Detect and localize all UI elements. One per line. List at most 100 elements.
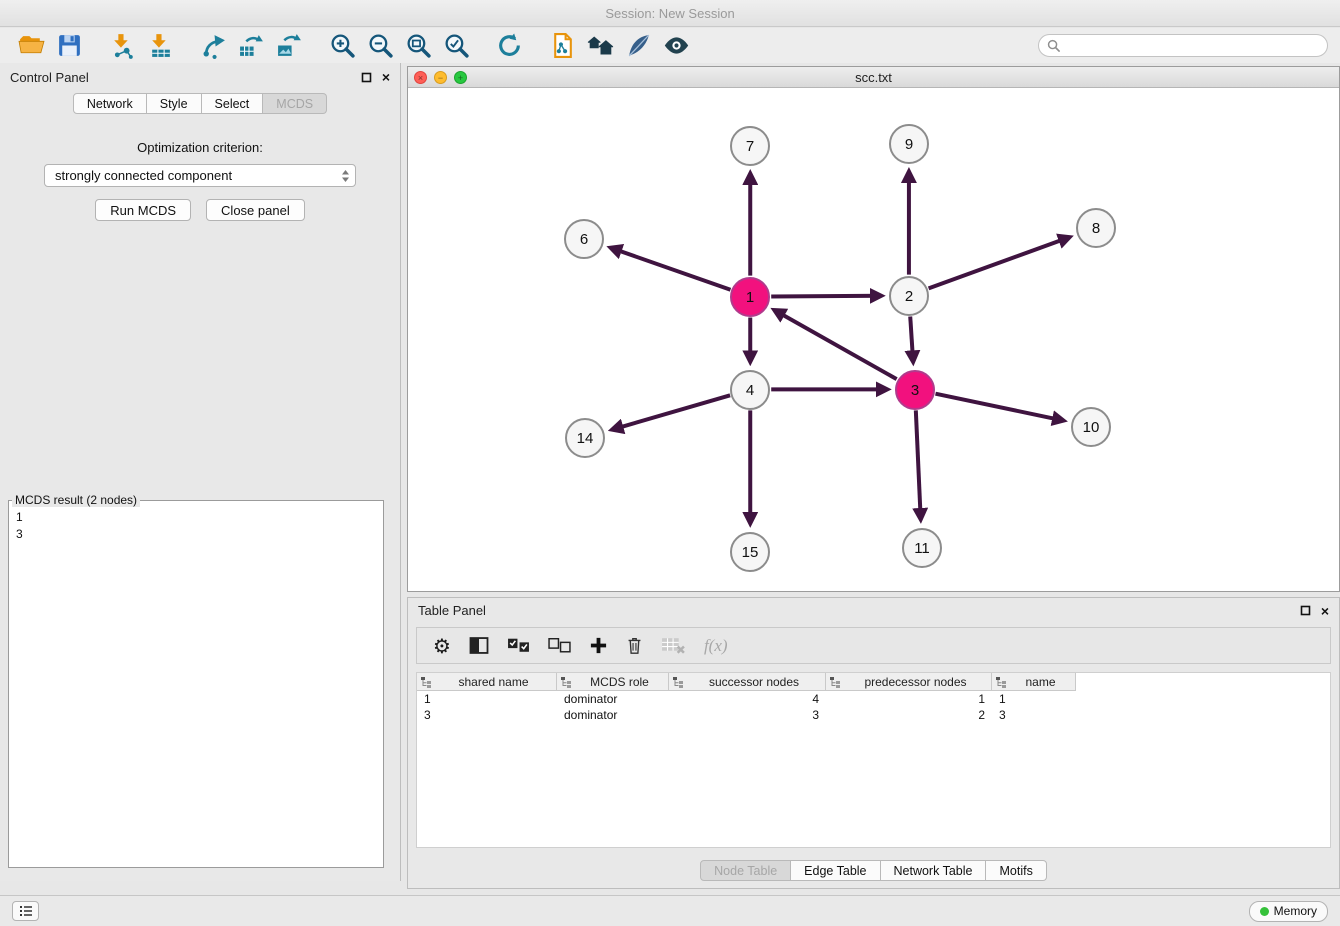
network-window-title-bar[interactable]: × − + scc.txt (408, 67, 1339, 88)
column-header-MCDS-role[interactable]: MCDS role (557, 673, 669, 691)
create-column-button[interactable] (589, 636, 608, 655)
open-session-button[interactable] (12, 30, 50, 62)
zoom-selected-button[interactable] (437, 30, 475, 62)
control-panel: Control Panel × NetworkStyleSelectMCDS O… (0, 63, 401, 881)
show-graphics-details-button[interactable] (657, 30, 695, 62)
function-builder-button[interactable]: f(x) (704, 636, 728, 656)
mcds-result-box: MCDS result (2 nodes) 1 3 (8, 493, 384, 868)
table-cell[interactable]: dominator (557, 708, 669, 722)
graph-node-3[interactable]: 3 (895, 370, 935, 410)
node-table: shared name MCDS role successor nodes prede… (416, 672, 1331, 848)
zoom-fit-button[interactable] (399, 30, 437, 62)
refresh-icon (496, 32, 523, 59)
column-header-shared-name[interactable]: shared name (417, 673, 557, 691)
control-tab-network[interactable]: Network (73, 93, 147, 114)
table-row[interactable]: 3dominator323 (417, 707, 1330, 723)
graph-node-6[interactable]: 6 (564, 219, 604, 259)
table-cell[interactable]: 2 (826, 708, 992, 722)
zoom-in-button[interactable] (323, 30, 361, 62)
deselect-all-columns-button[interactable] (548, 638, 571, 653)
zoom-out-button[interactable] (361, 30, 399, 62)
table-settings-button[interactable]: ⚙ (433, 636, 451, 656)
save-floppy-icon (56, 32, 83, 59)
delete-table-button[interactable] (661, 636, 686, 655)
table-panel: Table Panel × ⚙ (407, 597, 1340, 889)
memory-button[interactable]: Memory (1249, 901, 1328, 922)
column-sort-icon (420, 676, 432, 688)
save-session-button[interactable] (50, 30, 88, 62)
table-panel-header: Table Panel × (408, 598, 1339, 623)
table-cell[interactable]: 1 (826, 692, 992, 706)
table-tab-network-table[interactable]: Network Table (881, 860, 987, 881)
float-table-panel-icon[interactable] (1300, 605, 1311, 616)
column-header-label: name (1009, 675, 1072, 689)
table-row[interactable]: 1dominator411 (417, 691, 1330, 707)
export-network-button[interactable] (194, 30, 232, 62)
close-window-button[interactable]: × (414, 71, 427, 84)
network-window: × − + scc.txt 7 9 6 8 1 2 4 3 14 10 15 11 (407, 66, 1340, 592)
close-panel-icon[interactable]: × (382, 70, 390, 84)
graph-node-7[interactable]: 7 (730, 126, 770, 166)
graph-node-9[interactable]: 9 (889, 124, 929, 164)
export-table-button[interactable] (232, 30, 270, 62)
table-cell[interactable]: 4 (669, 692, 826, 706)
search-input[interactable] (1065, 39, 1319, 53)
criterion-dropdown[interactable]: strongly connected component (44, 164, 356, 187)
graph-node-1[interactable]: 1 (730, 277, 770, 317)
feather-brush-icon (625, 32, 652, 59)
apply-layout-button[interactable] (490, 30, 528, 62)
network-window-title: scc.txt (408, 70, 1339, 85)
column-header-name[interactable]: name (992, 673, 1076, 691)
float-panel-icon[interactable] (361, 72, 372, 83)
window-title: Session: New Session (605, 6, 734, 21)
show-panels-button[interactable] (581, 30, 619, 62)
column-header-successor-nodes[interactable]: successor nodes (669, 673, 826, 691)
table-tab-edge-table[interactable]: Edge Table (791, 860, 880, 881)
table-cell[interactable]: 1 (992, 692, 1076, 706)
network-canvas[interactable]: 7 9 6 8 1 2 4 3 14 10 15 11 (408, 88, 1339, 591)
graph-node-8[interactable]: 8 (1076, 208, 1116, 248)
control-tab-style[interactable]: Style (147, 93, 202, 114)
import-network-button[interactable] (103, 30, 141, 62)
column-header-predecessor-nodes[interactable]: predecessor nodes (826, 673, 992, 691)
search-icon (1047, 39, 1060, 52)
import-table-button[interactable] (141, 30, 179, 62)
control-tab-mcds[interactable]: MCDS (263, 93, 327, 114)
run-mcds-button[interactable]: Run MCDS (95, 199, 191, 221)
task-history-button[interactable] (12, 901, 39, 921)
export-image-icon (276, 32, 303, 59)
column-sort-icon (672, 676, 684, 688)
zoom-out-icon (367, 32, 394, 59)
column-header-label: shared name (434, 675, 553, 689)
mcds-result-text[interactable]: 1 3 (9, 507, 383, 545)
eye-icon (663, 32, 690, 59)
graph-node-10[interactable]: 10 (1071, 407, 1111, 447)
style-button[interactable] (619, 30, 657, 62)
control-tab-select[interactable]: Select (202, 93, 264, 114)
table-tab-motifs[interactable]: Motifs (986, 860, 1046, 881)
table-cell[interactable]: 3 (417, 708, 557, 722)
column-sort-icon (829, 676, 841, 688)
close-table-panel-icon[interactable]: × (1321, 604, 1329, 618)
graph-node-15[interactable]: 15 (730, 532, 770, 572)
column-header-label: successor nodes (686, 675, 822, 689)
maximize-window-button[interactable]: + (454, 71, 467, 84)
graph-node-2[interactable]: 2 (889, 276, 929, 316)
search-box[interactable] (1038, 34, 1328, 57)
minimize-window-button[interactable]: − (434, 71, 447, 84)
table-cell[interactable]: 3 (992, 708, 1076, 722)
table-tab-node-table[interactable]: Node Table (700, 860, 791, 881)
export-image-button[interactable] (270, 30, 308, 62)
select-all-columns-button[interactable] (507, 638, 530, 653)
table-cell[interactable]: dominator (557, 692, 669, 706)
close-panel-button[interactable]: Close panel (206, 199, 305, 221)
graph-node-4[interactable]: 4 (730, 370, 770, 410)
new-network-from-selection-button[interactable] (543, 30, 581, 62)
delete-column-button[interactable] (626, 636, 643, 655)
table-cell[interactable]: 1 (417, 692, 557, 706)
table-cell[interactable]: 3 (669, 708, 826, 722)
graph-node-11[interactable]: 11 (902, 528, 942, 568)
graph-node-14[interactable]: 14 (565, 418, 605, 458)
export-table-icon (238, 32, 265, 59)
select-columns-button[interactable] (469, 637, 489, 654)
